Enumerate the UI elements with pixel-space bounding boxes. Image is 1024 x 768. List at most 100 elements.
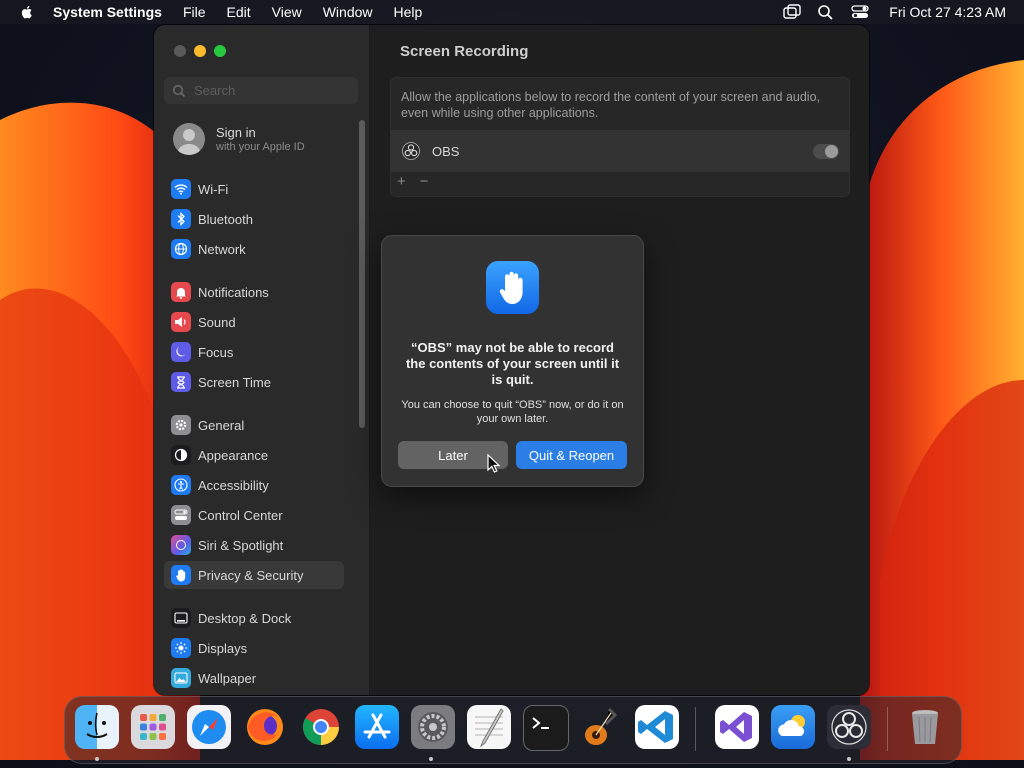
sidebar-item-network[interactable]: Network <box>164 235 344 263</box>
sidebar-item-label: Notifications <box>198 284 269 300</box>
apple-menu-icon[interactable] <box>18 3 36 21</box>
running-indicator <box>95 757 99 761</box>
control-center-icon <box>171 505 191 525</box>
screen-recording-description: Allow the applications below to record t… <box>401 90 821 120</box>
sidebar-search <box>164 77 358 104</box>
dialog-heading: “OBS” may not be able to record the cont… <box>405 340 620 387</box>
sidebar-item-general[interactable]: General <box>164 411 344 439</box>
menu-help[interactable]: Help <box>394 4 423 20</box>
menu-window[interactable]: Window <box>323 4 373 20</box>
sidebar-item-appearance[interactable]: Appearance <box>164 441 344 469</box>
sidebar-item-label: Wi-Fi <box>198 181 229 197</box>
sidebar-item-wallpaper[interactable]: Wallpaper <box>164 664 344 692</box>
search-input[interactable] <box>192 82 356 99</box>
sidebar-item-privacy-security[interactable]: Privacy & Security <box>164 561 344 589</box>
obs-icon <box>402 142 420 160</box>
control-center-icon[interactable] <box>851 4 869 20</box>
search-icon <box>172 84 186 97</box>
sidebar-item-label: Appearance <box>198 447 269 463</box>
wifi-icon <box>171 179 191 199</box>
sidebar-item-screen-time[interactable]: Screen Time <box>164 368 344 396</box>
dock-separator <box>887 707 888 751</box>
appearance-icon <box>171 445 191 465</box>
screen-recording-panel: Allow the applications below to record t… <box>390 77 850 197</box>
sidebar-item-label: Desktop & Dock <box>198 610 292 626</box>
sidebar-item-label: Displays <box>198 640 248 656</box>
hourglass-icon <box>171 372 191 392</box>
dock-separator <box>695 707 696 751</box>
gear-icon <box>171 415 191 435</box>
system-settings-icon[interactable] <box>411 705 455 749</box>
sidebar-scrollbar[interactable] <box>359 120 365 428</box>
sun-icon <box>171 638 191 658</box>
add-app-button[interactable]: + <box>397 173 406 190</box>
apple-id-sign-in[interactable]: Sign in with your Apple ID <box>173 123 305 155</box>
menu-edit[interactable]: Edit <box>227 4 251 20</box>
running-indicator <box>847 757 851 761</box>
app-row-obs[interactable]: OBS <box>391 130 849 172</box>
person-icon <box>178 129 200 155</box>
sign-in-title: Sign in <box>216 125 256 140</box>
sidebar-item-desktop-dock[interactable]: Desktop & Dock <box>164 604 344 632</box>
moon-icon <box>171 342 191 362</box>
finder-icon[interactable] <box>75 705 119 749</box>
menu-file[interactable]: File <box>183 4 206 20</box>
zoom-button[interactable] <box>214 45 226 57</box>
app-store-icon[interactable] <box>355 705 399 749</box>
dock-icon <box>171 608 191 628</box>
spotlight-search-icon[interactable] <box>817 4 835 20</box>
close-button[interactable] <box>174 45 186 57</box>
sidebar-item-control-center[interactable]: Control Center <box>164 501 344 529</box>
sidebar-item-label: Sound <box>198 314 236 330</box>
avatar <box>173 123 205 155</box>
raised-hand-icon <box>486 261 539 314</box>
minimize-button[interactable] <box>194 45 206 57</box>
accessibility-icon <box>171 475 191 495</box>
quit-alert-dialog: “OBS” may not be able to record the cont… <box>381 235 644 487</box>
sidebar-item-notifications[interactable]: Notifications <box>164 278 344 306</box>
visual-studio-icon[interactable] <box>715 705 759 749</box>
window-controls <box>174 45 234 57</box>
garageband-icon[interactable] <box>579 705 623 749</box>
sidebar-item-label: Privacy & Security <box>198 567 304 583</box>
textedit-icon[interactable] <box>467 705 511 749</box>
sidebar-item-label: Control Center <box>198 507 283 523</box>
sidebar-item-bluetooth[interactable]: Bluetooth <box>164 205 344 233</box>
screen-mirroring-icon[interactable] <box>783 4 801 20</box>
sidebar-item-siri-spotlight[interactable]: Siri & Spotlight <box>164 531 344 559</box>
remove-app-button[interactable]: − <box>420 173 429 190</box>
menubar-clock[interactable]: Fri Oct 27 4:23 AM <box>889 4 1006 20</box>
obs-permission-toggle[interactable] <box>813 144 839 159</box>
terminal-icon[interactable] <box>523 705 569 751</box>
menu-view[interactable]: View <box>272 4 302 20</box>
sidebar-item-sound[interactable]: Sound <box>164 308 344 336</box>
sidebar-item-displays[interactable]: Displays <box>164 634 344 662</box>
weather-icon[interactable] <box>771 705 815 749</box>
safari-icon[interactable] <box>187 705 231 749</box>
quit-reopen-button[interactable]: Quit & Reopen <box>516 441 627 469</box>
menu-app-name[interactable]: System Settings <box>53 4 162 20</box>
sidebar-item-label: General <box>198 417 245 433</box>
sidebar-item-label: Siri & Spotlight <box>198 537 284 553</box>
obs-icon[interactable] <box>827 705 871 749</box>
sidebar-item-focus[interactable]: Focus <box>164 338 344 366</box>
sidebar-item-label: Wallpaper <box>198 670 257 686</box>
sidebar-item-label: Bluetooth <box>198 211 253 227</box>
bluetooth-icon <box>171 209 191 229</box>
chrome-icon[interactable] <box>299 705 343 749</box>
trash-icon[interactable] <box>903 705 947 749</box>
sidebar-item-accessibility[interactable]: Accessibility <box>164 471 344 499</box>
dock <box>64 696 962 764</box>
sidebar-item-label: Focus <box>198 344 234 360</box>
launchpad-icon[interactable] <box>131 705 175 749</box>
mouse-pointer-icon <box>487 454 501 473</box>
sidebar-item-wifi[interactable]: Wi-Fi <box>164 175 344 203</box>
hand-icon <box>171 565 191 585</box>
wallpaper-icon <box>171 668 191 688</box>
vscode-icon[interactable] <box>635 705 679 749</box>
siri-icon <box>171 535 191 555</box>
firefox-icon[interactable] <box>243 705 287 749</box>
sidebar: Sign in with your Apple ID Wi-Fi Bluetoo… <box>154 25 370 695</box>
running-indicator <box>429 757 433 761</box>
sidebar-item-label: Screen Time <box>198 374 271 390</box>
